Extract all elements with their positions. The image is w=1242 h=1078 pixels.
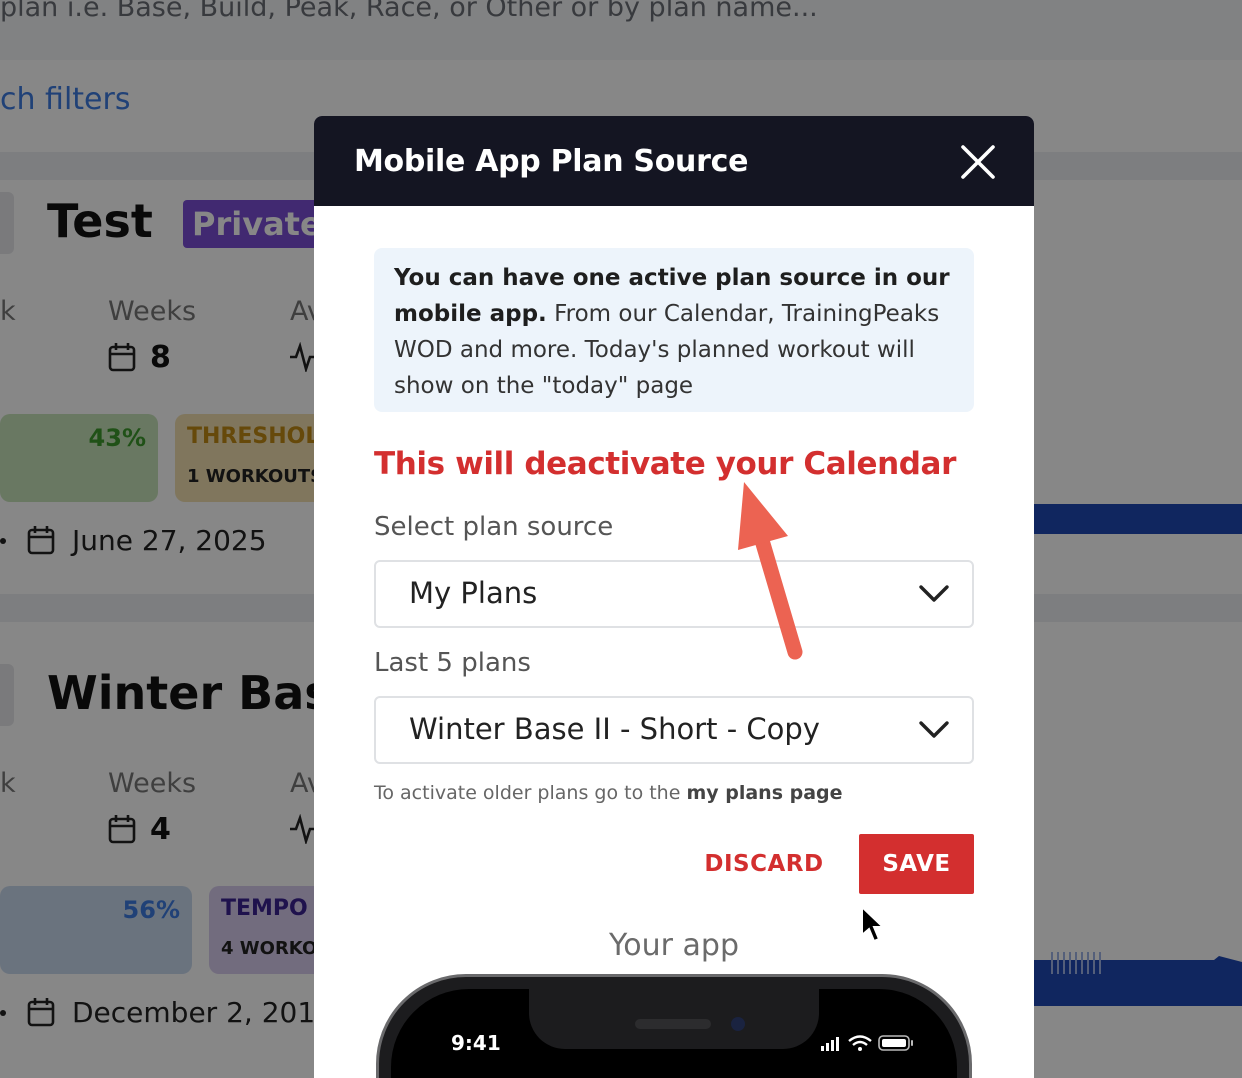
modal-title: Mobile App Plan Source — [354, 144, 749, 179]
chevron-down-icon — [919, 585, 949, 602]
chevron-down-icon — [919, 721, 949, 738]
app-preview-label: Your app — [608, 928, 740, 963]
phone-preview: 9:41 — [376, 974, 972, 1078]
modal-header: Mobile App Plan Source — [314, 116, 1034, 206]
deactivate-warning: This will deactivate your Calendar — [374, 446, 956, 482]
plan-source-modal: Mobile App Plan Source You can have one … — [314, 116, 1034, 1078]
speaker — [635, 1019, 711, 1029]
close-icon[interactable] — [954, 138, 1002, 186]
my-plans-page-link[interactable]: my plans page — [686, 782, 842, 804]
hint-text: To activate older plans go to the — [374, 782, 687, 804]
phone-time: 9:41 — [451, 1031, 501, 1055]
last-plans-select[interactable]: Winter Base II - Short - Copy — [374, 696, 974, 764]
phone-screen: 9:41 — [391, 989, 957, 1078]
older-plans-hint: To activate older plans go to the my pla… — [374, 782, 843, 804]
phone-notch — [529, 989, 819, 1049]
plan-source-select[interactable]: My Plans — [374, 560, 974, 628]
mouse-cursor — [861, 905, 886, 943]
info-box: You can have one active plan source in o… — [374, 248, 974, 412]
plan-source-label: Select plan source — [374, 512, 614, 542]
phone-status-icons — [821, 1035, 913, 1051]
plan-source-value: My Plans — [409, 576, 538, 610]
discard-button[interactable]: DISCARD — [694, 834, 834, 894]
save-button[interactable]: SAVE — [859, 834, 974, 894]
last-plans-label: Last 5 plans — [374, 648, 531, 678]
camera — [731, 1017, 745, 1031]
last-plans-value: Winter Base II - Short - Copy — [409, 712, 820, 746]
